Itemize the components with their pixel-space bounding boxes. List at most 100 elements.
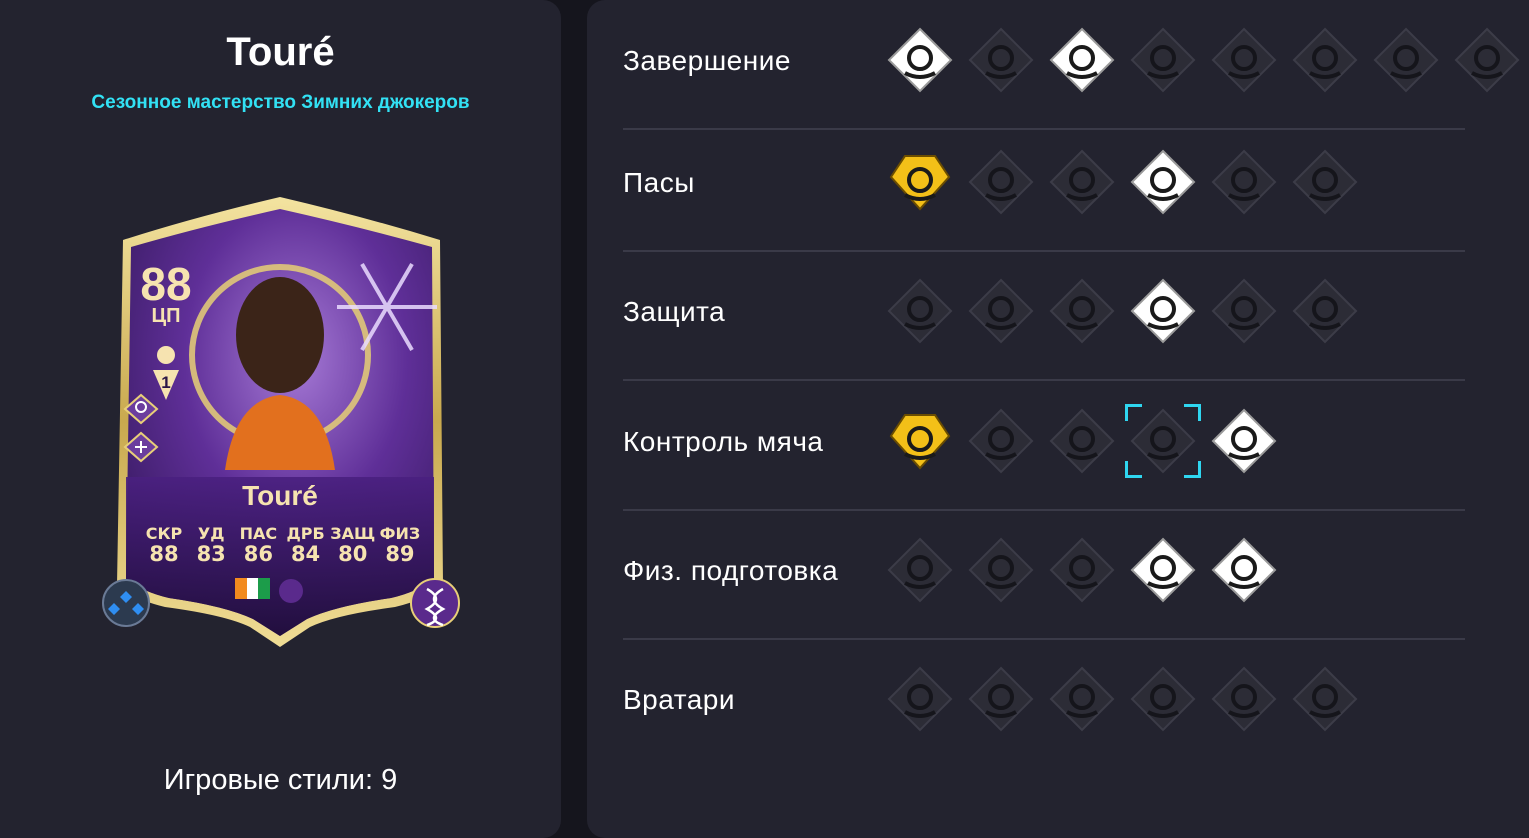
category-row: Вратари (623, 639, 1465, 767)
inventive-icon-glyph (1211, 149, 1277, 215)
block-icon-glyph (968, 278, 1034, 344)
card-stats: СКР 88 УД 83 ПАС 86 ДРБ 84 ЗАЩ 80 ФИЗ 89 (141, 524, 423, 566)
aerial-fortress-icon[interactable] (1290, 276, 1360, 346)
block-icon[interactable] (966, 276, 1036, 346)
playstyles-count: Игровые стили: 9 (163, 764, 398, 796)
trickster-icon[interactable] (1125, 404, 1201, 478)
player-name-title: Touré (226, 30, 335, 74)
quick-step-icon-glyph (887, 537, 953, 603)
acrobatic-icon-glyph (1211, 27, 1277, 93)
technical-icon-glyph (889, 414, 951, 470)
footwork-icon-glyph (968, 666, 1034, 732)
stat-physical: ФИЗ 89 (379, 524, 421, 566)
acrobatic-icon[interactable] (1209, 25, 1279, 95)
far-reach-icon[interactable] (1209, 664, 1279, 734)
category-label: Физ. подготовка (623, 555, 839, 586)
pinged-pass-icon-glyph (889, 155, 951, 211)
enforcer-icon-glyph (1211, 537, 1277, 603)
category-label: Защита (623, 296, 726, 327)
rush-out-icon[interactable] (1128, 664, 1198, 734)
stat-passing: ПАС 86 (239, 524, 278, 566)
deflector-icon-glyph (1292, 666, 1358, 732)
anticipate-icon[interactable] (1128, 276, 1198, 346)
category-row: Контроль мяча (623, 381, 1465, 511)
first-touch-icon-glyph (1049, 408, 1115, 474)
category-label: Вратари (623, 684, 735, 715)
intercept-icon[interactable] (1047, 276, 1117, 346)
trickster-shot-icon[interactable] (1290, 25, 1360, 95)
trickster-shot-icon-glyph (1292, 27, 1358, 93)
jockey-icon-glyph (887, 278, 953, 344)
quick-step-icon[interactable] (885, 535, 955, 605)
gamechanger-icon-glyph (1454, 27, 1520, 93)
anticipate-icon-glyph (1130, 278, 1196, 344)
first-touch-icon[interactable] (1047, 406, 1117, 476)
player-card[interactable]: 88 ЦП 1 Touré СКР 88 УД 83 ПАС 86 ДРБ 84 ЗАЩ… (95, 195, 465, 655)
gamechanger-icon[interactable] (1452, 25, 1522, 95)
rush-out-icon-glyph (1130, 666, 1196, 732)
power-shot-icon-glyph (1049, 27, 1115, 93)
category-label: Завершение (623, 45, 791, 76)
stat-dribbling: ДРБ 84 (286, 524, 325, 566)
low-driven-shot-icon[interactable] (1371, 25, 1441, 95)
dead-ball-icon[interactable] (1128, 25, 1198, 95)
focus-corner (1125, 404, 1142, 421)
bruiser-icon[interactable] (1128, 535, 1198, 605)
press-proven-icon[interactable] (1209, 406, 1279, 476)
footwork-icon[interactable] (966, 664, 1036, 734)
cross-claimer-icon[interactable] (1047, 664, 1117, 734)
dead-ball-icon-glyph (1130, 27, 1196, 93)
chip-shot-icon-glyph (968, 27, 1034, 93)
relentless-icon[interactable] (966, 535, 1036, 605)
slide-tackle-icon[interactable] (1209, 276, 1279, 346)
card-version-subtitle: Сезонное мастерство Зимних джокеров (91, 92, 470, 113)
whipped-pass-icon-glyph (1049, 149, 1115, 215)
aerial-fortress-icon-glyph (1292, 278, 1358, 344)
finesse-shot-icon[interactable] (885, 25, 955, 95)
category-label: Пасы (623, 167, 695, 198)
category-row: Защита (623, 251, 1465, 381)
incisive-pass-icon-glyph (1292, 149, 1358, 215)
tiki-taka-icon[interactable] (1128, 147, 1198, 217)
pinged-pass-icon[interactable] (885, 147, 955, 217)
bruiser-icon-glyph (1130, 537, 1196, 603)
finesse-shot-icon-glyph (887, 27, 953, 93)
stat-defending: ЗАЩ 80 (330, 524, 376, 566)
chip-shot-icon[interactable] (966, 25, 1036, 95)
whipped-pass-icon[interactable] (1047, 147, 1117, 217)
far-reach-icon-glyph (1211, 666, 1277, 732)
rapid-icon[interactable] (966, 406, 1036, 476)
focus-corner (1184, 461, 1201, 478)
intercept-icon-glyph (1049, 278, 1115, 344)
tiki-taka-icon-glyph (1130, 149, 1196, 215)
category-label: Контроль мяча (623, 426, 824, 457)
inventive-icon[interactable] (1209, 147, 1279, 217)
card-position: ЦП (151, 305, 181, 327)
far-throw-icon-glyph (887, 666, 953, 732)
card-tier-badge: 1 (161, 373, 171, 392)
category-row: Физ. подготовка (623, 510, 1465, 640)
technical-icon[interactable] (885, 406, 955, 476)
card-player-name: Touré (242, 480, 318, 511)
far-throw-icon[interactable] (885, 664, 955, 734)
stat-shooting: УД 83 (196, 524, 226, 566)
long-throw-icon[interactable] (1047, 535, 1117, 605)
long-ball-pass-icon[interactable] (966, 147, 1036, 217)
rapid-icon-glyph (968, 408, 1034, 474)
card-overall-rating: 88 (140, 258, 192, 310)
jockey-icon[interactable] (885, 276, 955, 346)
slide-tackle-icon-glyph (1211, 278, 1277, 344)
deflector-icon[interactable] (1290, 664, 1360, 734)
incisive-pass-icon[interactable] (1290, 147, 1360, 217)
focus-corner (1125, 461, 1142, 478)
player-card-panel: Touré Сезонное мастерство Зимних джокеро… (0, 0, 561, 838)
cross-claimer-icon-glyph (1049, 666, 1115, 732)
focus-corner (1184, 404, 1201, 421)
low-driven-shot-icon-glyph (1373, 27, 1439, 93)
enforcer-icon[interactable] (1209, 535, 1279, 605)
power-shot-icon[interactable] (1047, 25, 1117, 95)
long-ball-pass-icon-glyph (968, 149, 1034, 215)
category-row: Пасы (623, 122, 1465, 252)
category-row: Завершение (623, 0, 1520, 130)
long-throw-icon-glyph (1049, 537, 1115, 603)
